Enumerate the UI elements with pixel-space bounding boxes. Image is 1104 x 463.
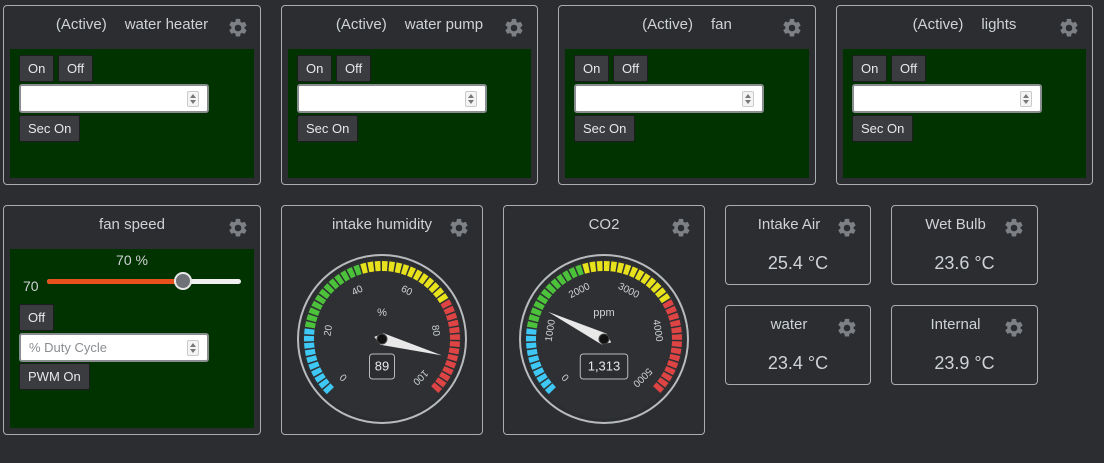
- gauge-scale-segment: [449, 341, 460, 348]
- gauge-unit: %: [377, 307, 387, 319]
- percent-readout: 70 %: [116, 252, 148, 268]
- seconds-input[interactable]: [574, 84, 764, 113]
- on-button[interactable]: On: [19, 55, 55, 82]
- duty-cycle-placeholder: % Duty Cycle: [29, 340, 108, 355]
- slider-fill: [47, 279, 183, 284]
- gauge-scale-segment: [374, 261, 381, 272]
- gear-icon[interactable]: [836, 317, 858, 339]
- gauge-hub: [598, 333, 610, 345]
- gauge-tick-label: 20: [323, 324, 336, 337]
- gauge-unit: ppm: [593, 307, 614, 319]
- sensor-card-intake-air: Intake Air 25.4 °C: [725, 205, 871, 285]
- device-name: fan: [710, 16, 732, 33]
- gear-icon[interactable]: [227, 217, 249, 239]
- sensor-card-water: water 23.4 °C: [725, 305, 871, 385]
- gear-icon[interactable]: [670, 217, 692, 239]
- off-button[interactable]: Off: [19, 304, 55, 331]
- control-panel: On Off Sec On: [565, 49, 809, 178]
- device-name: water heater: [124, 16, 209, 33]
- sec-on-button[interactable]: Sec On: [852, 115, 914, 142]
- sec-on-button[interactable]: Sec On: [19, 115, 81, 142]
- spinner-icon[interactable]: [1020, 91, 1032, 107]
- sensor-value: 23.9 °C: [934, 353, 995, 373]
- status-label: (Active): [55, 16, 107, 33]
- gauge-card-intake-humidity: intake humidity 0 20 40 60 80 100% 89: [281, 205, 483, 435]
- slider-value-label: 70: [23, 278, 39, 294]
- sensor-value: 23.6 °C: [934, 253, 995, 273]
- switch-card-lights: (Active) lights On Off Sec On: [836, 5, 1093, 185]
- device-name: lights: [981, 16, 1017, 33]
- gauge-value: 1,313: [588, 358, 621, 373]
- gear-icon[interactable]: [781, 17, 803, 39]
- gear-icon[interactable]: [836, 217, 858, 239]
- off-button[interactable]: Off: [613, 55, 649, 82]
- off-button[interactable]: Off: [58, 55, 94, 82]
- slider-thumb[interactable]: [174, 272, 192, 290]
- switch-card-fan: (Active) fan On Off Sec On: [558, 5, 816, 185]
- card-title: (Active) water pump: [282, 16, 537, 33]
- gauge-scale-segment: [671, 341, 682, 348]
- co2-gauge: 0 1000 2000 3000 4000 5000 ppm 1,313: [518, 253, 690, 425]
- on-button[interactable]: On: [574, 55, 610, 82]
- card-title: (Active) fan: [559, 16, 815, 33]
- switch-card-water-heater: (Active) water heater On Off Sec On: [3, 5, 261, 185]
- fan-speed-card: fan speed 70 % 70 Off % Duty Cycle PWM O…: [3, 205, 261, 435]
- spinner-icon[interactable]: [465, 91, 477, 107]
- off-button[interactable]: Off: [336, 55, 372, 82]
- card-title: (Active) water heater: [4, 16, 260, 33]
- gauge-card-co2: CO2 0 1000 2000 3000 4000 5000 ppm 1,313: [503, 205, 705, 435]
- control-panel: On Off Sec On: [10, 49, 254, 178]
- spinner-icon[interactable]: [742, 91, 754, 107]
- gauge-scale-segment: [526, 335, 537, 342]
- gauge-value: 89: [375, 358, 389, 373]
- control-panel: 70 % 70 Off % Duty Cycle PWM On: [10, 249, 254, 428]
- gear-icon[interactable]: [448, 217, 470, 239]
- humidity-gauge: 0 20 40 60 80 100% 89: [296, 253, 468, 425]
- on-button[interactable]: On: [852, 55, 888, 82]
- gear-icon[interactable]: [227, 17, 249, 39]
- gauge-scale-segment: [449, 334, 460, 340]
- gauge-scale-segment: [604, 261, 610, 272]
- gear-icon[interactable]: [1003, 317, 1025, 339]
- status-label: (Active): [642, 16, 693, 33]
- sensor-card-wet-bulb: Wet Bulb 23.6 °C: [891, 205, 1038, 285]
- status-label: (Active): [912, 16, 964, 33]
- spinner-icon[interactable]: [187, 91, 199, 107]
- gauge-scale-segment: [671, 334, 682, 340]
- spinner-icon[interactable]: [187, 340, 199, 356]
- card-title: fan speed: [99, 216, 165, 233]
- gear-icon[interactable]: [1058, 17, 1080, 39]
- control-panel: On Off Sec On: [843, 49, 1086, 178]
- duty-cycle-input[interactable]: % Duty Cycle: [19, 333, 209, 362]
- sec-on-button[interactable]: Sec On: [297, 115, 359, 142]
- switch-card-water-pump: (Active) water pump On Off Sec On: [281, 5, 538, 185]
- seconds-input[interactable]: [19, 84, 209, 113]
- off-button[interactable]: Off: [891, 55, 927, 82]
- gauge-scale-segment: [382, 261, 388, 272]
- gauge-hub: [376, 333, 388, 345]
- speed-slider[interactable]: [47, 272, 241, 292]
- sensor-card-internal: Internal 23.9 °C: [891, 305, 1038, 385]
- pwm-on-button[interactable]: PWM On: [19, 363, 90, 390]
- gear-icon[interactable]: [503, 17, 525, 39]
- sec-on-button[interactable]: Sec On: [574, 115, 636, 142]
- gauge-scale-segment: [596, 261, 603, 272]
- gauge-tick-label: 80: [429, 324, 442, 337]
- card-title: (Active) lights: [837, 16, 1092, 33]
- on-button[interactable]: On: [297, 55, 333, 82]
- sensor-value: 23.4 °C: [767, 353, 829, 373]
- gear-icon[interactable]: [1003, 217, 1025, 239]
- seconds-input[interactable]: [297, 84, 487, 113]
- status-label: (Active): [335, 16, 387, 33]
- device-name: water pump: [404, 16, 484, 33]
- control-panel: On Off Sec On: [288, 49, 531, 178]
- sensor-value: 25.4 °C: [767, 253, 829, 273]
- gauge-scale-segment: [304, 335, 315, 342]
- seconds-input[interactable]: [852, 84, 1042, 113]
